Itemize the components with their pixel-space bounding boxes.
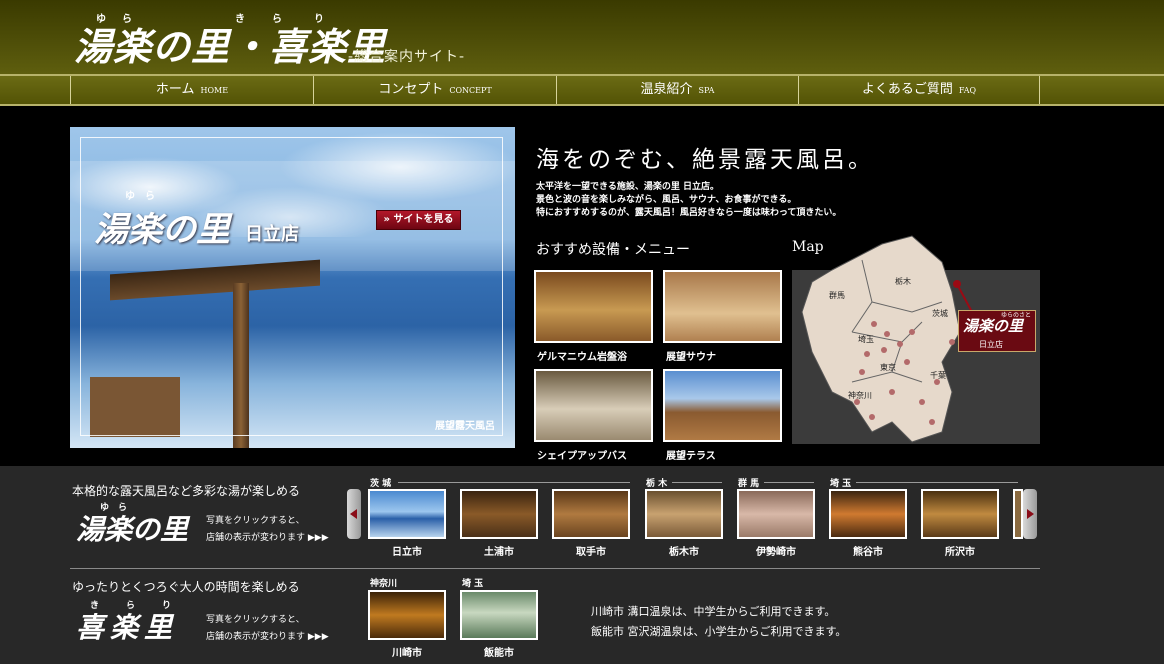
kirari-note: 川崎市 溝口温泉は、中学生からご利用できます。 [591, 605, 836, 618]
kirari-logo: 喜楽里 [76, 611, 179, 644]
pref-line [764, 482, 814, 483]
store-hitachi[interactable] [368, 489, 446, 539]
hero-image[interactable]: ゆ ら 湯楽の里 日立店 » サイトを見る 展望露天風呂 [70, 127, 515, 448]
nav-item-concept[interactable]: コンセプト CONCEPT [313, 76, 556, 104]
logo-ruby: ら [272, 14, 282, 25]
hero-frame [80, 137, 503, 436]
kirari-title: ゆったりとくつろぐ大人の時間を楽しめる [72, 580, 300, 594]
thumb-terrace[interactable] [663, 369, 782, 442]
hero-logo-ruby: ゆ ら [125, 191, 155, 202]
feature-description: 太平洋を一望できる施設、湯楽の里 日立店。 景色と波の音を楽しみながら、風呂、サ… [536, 182, 842, 218]
store-caption: 日立市 [392, 547, 422, 558]
store-caption: 土浦市 [484, 547, 514, 558]
yurakunosato-title: 本格的な露天風呂など多彩な湯が楽しめる [72, 484, 301, 498]
pref-label-ibaraki: 茨 城 [370, 479, 392, 489]
store-caption: 熊谷市 [853, 547, 883, 558]
pref-label-gunma: 群 馬 [738, 479, 760, 489]
thumb-germanium-bath[interactable] [534, 270, 653, 343]
nav-item-spa[interactable]: 温泉紹介 SPA [556, 76, 798, 104]
scroll-left-button[interactable] [347, 489, 361, 539]
store-caption: 所沢市 [945, 547, 975, 558]
thumb-caption: シェイプアップバス [537, 451, 627, 462]
store-isesaki[interactable] [737, 489, 815, 539]
pref-line [856, 482, 1018, 483]
logo-ruby: き [235, 14, 245, 25]
store-partial[interactable] [1013, 489, 1023, 539]
pref-label-kanagawa: 神奈川 [370, 579, 398, 589]
store-tsuchiura[interactable] [460, 489, 538, 539]
thumb-caption: 展望テラス [666, 451, 716, 462]
pref-label-tochigi: 栃 木 [646, 479, 668, 489]
pref-line [672, 482, 722, 483]
map-store-badge[interactable]: 湯楽の里 ゆらのさと 日立店 [958, 310, 1036, 352]
nav-item-home[interactable]: ホーム HOME [70, 76, 313, 104]
view-site-button[interactable]: » サイトを見る [376, 210, 461, 230]
arrow-left-icon [350, 509, 357, 519]
nav-label-en: FAQ [958, 86, 977, 95]
store-kawasaki[interactable] [368, 590, 446, 640]
store-caption: 取手市 [576, 547, 606, 558]
yurakunosato-hint: 写真をクリックすると、 店舗の表示が変わります ▶▶▶ [206, 516, 329, 543]
badge-store: 日立店 [979, 340, 1003, 349]
nav-label-en: HOME [200, 86, 229, 95]
store-tochigi[interactable] [645, 489, 723, 539]
section-divider [70, 568, 1040, 569]
thumb-shapeup-bath[interactable] [534, 369, 653, 442]
hero-store-name: 日立店 [245, 224, 299, 245]
nav-label: コンセプト [378, 82, 444, 97]
store-caption: 飯能市 [484, 648, 514, 659]
store-selector-panel: 本格的な露天風呂など多彩な湯が楽しめる ゆ ら 湯楽の里 写真をクリックすると、… [0, 466, 1164, 664]
nav-divider [1039, 76, 1040, 104]
site-logo[interactable]: 湯楽の里・喜楽里 [74, 16, 386, 71]
store-caption: 栃木市 [669, 547, 699, 558]
map-label-saitama: 埼玉 [858, 335, 874, 344]
feature-headline: 海をのぞむ、絶景露天風呂。 [536, 147, 874, 173]
map-label-ibaraki: 茨城 [932, 309, 948, 318]
pref-line [398, 482, 630, 483]
global-nav: ホーム HOME コンセプト CONCEPT 温泉紹介 SPA よくあるご質問 FAQ [0, 74, 1164, 106]
nav-label: よくあるご質問 [861, 82, 953, 97]
nav-label-en: CONCEPT [449, 86, 492, 95]
nav-label-en: SPA [698, 86, 715, 95]
map-label-tokyo: 東京 [880, 363, 896, 372]
logo-ruby: ゆ [96, 14, 106, 25]
recommend-heading: おすすめ設備・メニュー [536, 242, 690, 258]
store-caption: 伊勢崎市 [756, 547, 796, 558]
map-label-gunma: 群馬 [829, 291, 845, 300]
pref-label-saitama: 埼 玉 [462, 579, 484, 589]
store-kumagaya[interactable] [829, 489, 907, 539]
site-header: 湯楽の里・喜楽里 ゆ ら き ら り -総合案内サイト- [0, 0, 1164, 74]
scroll-right-button[interactable] [1023, 489, 1037, 539]
thumb-sauna[interactable] [663, 270, 782, 343]
store-hanno[interactable] [460, 590, 538, 640]
logo-ruby: ら [122, 14, 132, 25]
kirari-hint: 写真をクリックすると、 店舗の表示が変わります ▶▶▶ [206, 615, 329, 642]
store-caption: 川崎市 [392, 648, 422, 659]
nav-label: 温泉紹介 [640, 82, 693, 97]
store-tokorozawa[interactable] [921, 489, 999, 539]
map-label-tochigi: 栃木 [895, 277, 911, 286]
map-label-chiba: 千葉 [930, 371, 946, 380]
badge-ruby: ゆらのさと [1001, 312, 1032, 319]
hero-logo: 湯楽の里 [94, 210, 230, 250]
thumb-caption: 展望サウナ [666, 352, 716, 363]
site-subtitle: -総合案内サイト- [348, 49, 466, 65]
yurakunosato-logo: 湯楽の里 [76, 513, 189, 546]
arrow-right-icon [1027, 509, 1034, 519]
kirari-note: 飯能市 宮沢湖温泉は、小学生からご利用できます。 [591, 625, 847, 638]
pref-label-saitama: 埼 玉 [830, 479, 852, 489]
store-toride[interactable] [552, 489, 630, 539]
logo-ruby: り [314, 14, 324, 25]
hero-caption: 展望露天風呂 [435, 421, 495, 432]
kanto-map-land [801, 235, 973, 443]
nav-item-faq[interactable]: よくあるご質問 FAQ [798, 76, 1039, 104]
thumb-caption: ゲルマニウム岩盤浴 [537, 352, 627, 363]
map-label-kanagawa: 神奈川 [848, 391, 872, 400]
nav-label: ホーム [155, 82, 195, 97]
